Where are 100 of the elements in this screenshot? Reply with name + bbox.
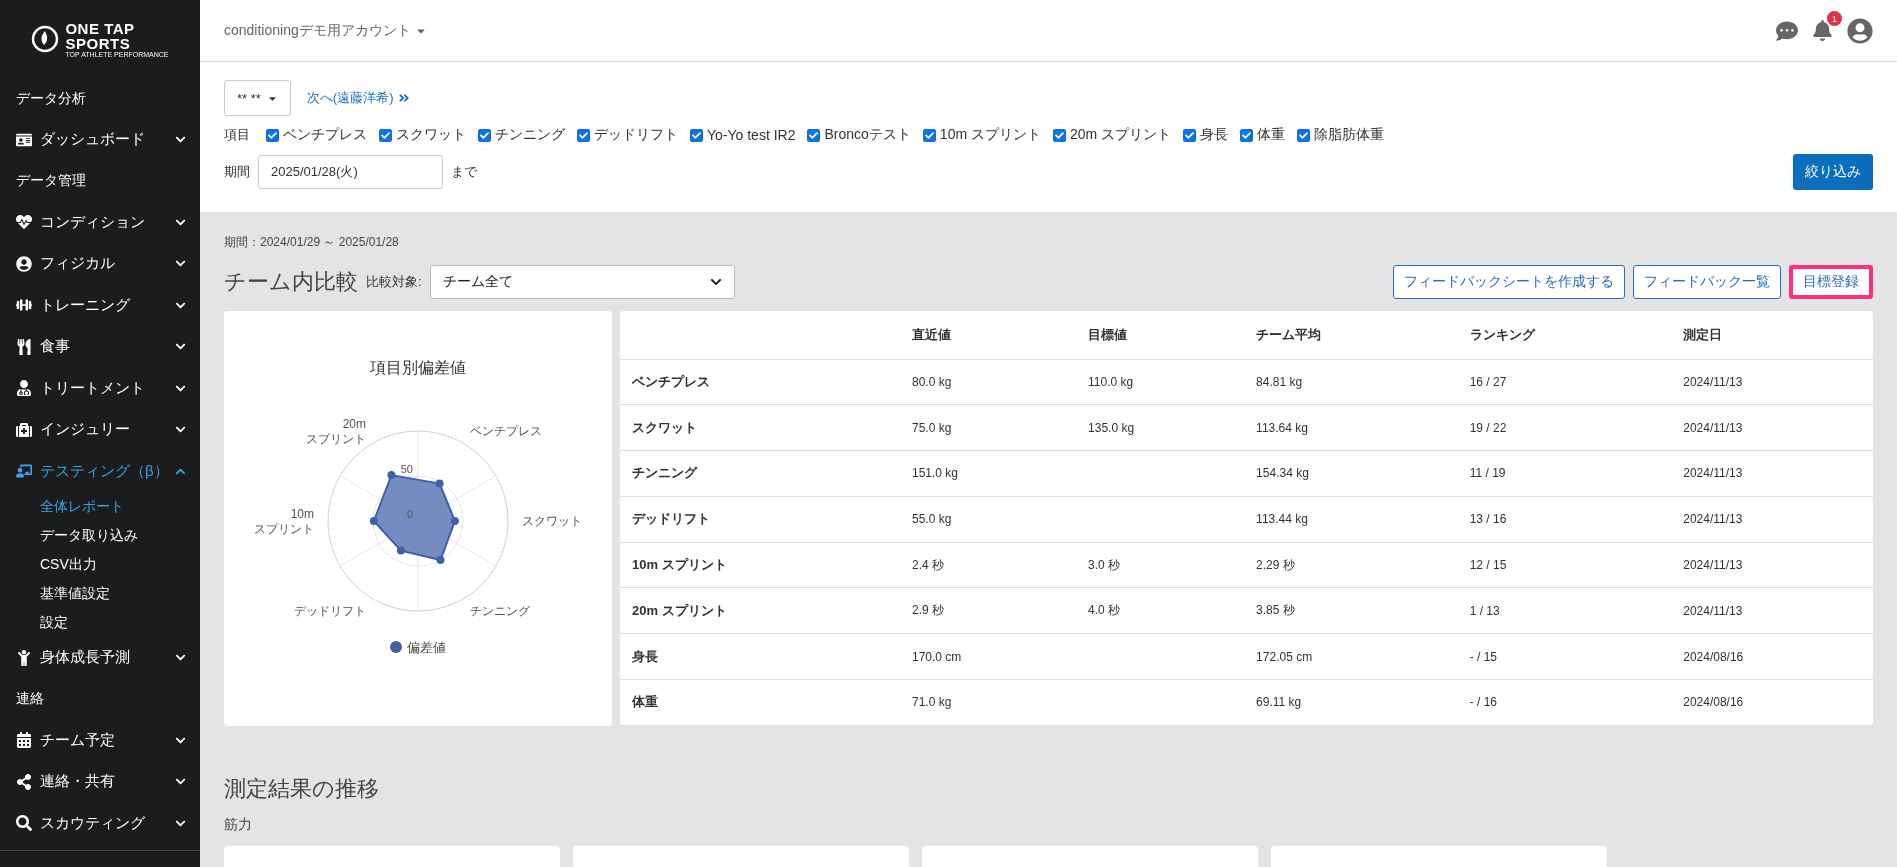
table-cell: 154.34 kg xyxy=(1244,450,1458,497)
checkbox-item[interactable]: Broncoテスト xyxy=(807,126,911,144)
sidebar-item[interactable]: テスティング（β） xyxy=(0,450,200,492)
table-cell: 113.64 kg xyxy=(1244,404,1458,451)
table-cell: 170.0 cm xyxy=(900,633,1077,680)
checkbox[interactable] xyxy=(577,128,590,142)
checkbox[interactable] xyxy=(922,128,936,142)
medkit-icon xyxy=(16,421,32,438)
checkbox-item[interactable]: デッドリフト xyxy=(577,126,678,144)
outline-button[interactable]: フィードバックシートを作成する xyxy=(1393,265,1625,299)
table-cell: 4.0 秒 xyxy=(1076,588,1245,634)
checkbox-item[interactable]: スクワット xyxy=(379,126,466,144)
table-cell: 2024/11/13 xyxy=(1671,450,1873,497)
period-label: 期間 xyxy=(224,163,250,181)
table-cell: 55.0 kg xyxy=(900,496,1077,543)
checkbox[interactable] xyxy=(1052,128,1066,142)
checkbox[interactable] xyxy=(690,128,703,142)
doctor-icon xyxy=(16,380,32,397)
utensils-icon xyxy=(16,338,32,355)
sidebar-subitem[interactable]: 設定 xyxy=(0,608,200,637)
child-icon xyxy=(16,649,32,666)
axis-label: スクワット xyxy=(522,514,582,528)
checkbox[interactable] xyxy=(379,128,392,142)
checkbox[interactable] xyxy=(478,128,491,142)
chat-icon[interactable] xyxy=(1776,19,1798,42)
account-dropdown[interactable]: conditioningデモ用アカウント xyxy=(224,21,1776,40)
checkbox[interactable] xyxy=(807,128,821,142)
bell-icon[interactable] xyxy=(1812,20,1833,41)
next-link[interactable]: 次へ(遠藤洋希) xyxy=(306,89,410,107)
table-cell: 172.05 cm xyxy=(1244,633,1458,680)
athlete-select[interactable]: ** ** xyxy=(224,80,291,116)
checkbox-item[interactable]: ベンチプレス xyxy=(266,126,367,144)
table-cell: 2.29 秒 xyxy=(1244,542,1458,588)
checkbox-item[interactable]: 体重 xyxy=(1240,126,1286,144)
axis-label: 20m スプリント xyxy=(306,416,366,446)
checkbox-item[interactable]: 除脂肪体重 xyxy=(1297,126,1385,144)
row-header: 10m スプリント xyxy=(620,542,900,588)
table-cell: 13 / 16 xyxy=(1457,496,1672,543)
column-header: チーム平均 xyxy=(1244,311,1458,359)
sidebar-subitem[interactable]: データ取り込み xyxy=(0,521,200,550)
sidebar-item[interactable]: ダッシュボード xyxy=(0,119,200,161)
table-cell: 2024/11/13 xyxy=(1671,359,1873,405)
row-header: 体重 xyxy=(620,679,900,726)
user-avatar-icon[interactable] xyxy=(1847,17,1873,44)
sidebar-item[interactable]: フィジカル xyxy=(0,243,200,285)
table-cell: 135.0 kg xyxy=(1076,404,1245,451)
id-card-icon xyxy=(16,131,32,148)
items-label: 項目 xyxy=(224,126,250,144)
tick-label: 0 xyxy=(406,508,413,520)
share-icon xyxy=(16,773,32,790)
sidebar-item[interactable]: 連絡・共有 xyxy=(0,761,200,803)
data-point xyxy=(396,546,405,555)
sidebar-item[interactable]: トリートメント xyxy=(0,367,200,409)
axis-label: デッドリフト xyxy=(294,604,366,619)
table-cell: 1 / 13 xyxy=(1457,588,1672,634)
chevron-down-icon xyxy=(709,276,722,288)
table-cell: 113.44 kg xyxy=(1244,496,1458,543)
sidebar-item[interactable]: スカウティング xyxy=(0,802,200,844)
data-point xyxy=(435,479,444,488)
checkbox-item[interactable]: Yo-Yo test IR2 xyxy=(690,127,796,143)
checkbox-item[interactable]: 身長 xyxy=(1183,126,1229,144)
outline-button[interactable]: フィードバック一覧 xyxy=(1633,265,1781,299)
checkbox-label: チンニング xyxy=(495,126,565,144)
logo-text: ONE TAP xyxy=(65,20,136,36)
sidebar-item[interactable]: 身体成長予測 xyxy=(0,637,200,679)
checkbox[interactable] xyxy=(1183,128,1197,142)
data-point xyxy=(450,517,459,525)
sidebar-item[interactable]: チーム予定 xyxy=(0,719,200,761)
table-cell: 3.85 秒 xyxy=(1244,588,1458,634)
sidebar-item[interactable]: インジュリー xyxy=(0,409,200,451)
table-cell: 3.0 秒 xyxy=(1076,542,1245,588)
sidebar-item[interactable]: コンディション xyxy=(0,201,200,243)
outline-button[interactable]: 目標登録 xyxy=(1789,265,1873,299)
table-cell: 2024/11/13 xyxy=(1671,542,1873,588)
compare-select[interactable]: チーム全て xyxy=(429,265,735,299)
row-header: 身長 xyxy=(620,633,900,680)
checkbox-label: ベンチプレス xyxy=(283,126,367,144)
sidebar-subitem[interactable]: 基準値設定 xyxy=(0,579,200,608)
table-cell: 16 / 27 xyxy=(1457,359,1672,405)
legend-dot xyxy=(390,641,402,653)
checkbox-label: デッドリフト xyxy=(594,126,678,144)
checkbox-label: 除脂肪体重 xyxy=(1314,126,1385,144)
table-cell: 80.0 kg xyxy=(900,359,1077,405)
table-cell: 84.81 kg xyxy=(1244,359,1458,405)
sidebar-item[interactable]: トレーニング xyxy=(0,284,200,326)
checkbox[interactable] xyxy=(1240,128,1254,142)
sidebar-item[interactable]: 食事 xyxy=(0,326,200,368)
table-cell: 71.0 kg xyxy=(900,679,1077,726)
notification-badge: 1 xyxy=(1827,11,1842,26)
column-header: 目標値 xyxy=(1076,311,1245,359)
checkbox[interactable] xyxy=(1297,128,1311,142)
heartbeat-icon xyxy=(16,214,32,231)
checkbox[interactable] xyxy=(266,128,279,142)
filter-button[interactable]: 絞り込み xyxy=(1793,154,1873,190)
checkbox-item[interactable]: チンニング xyxy=(478,126,565,144)
table-cell: 2024/08/16 xyxy=(1671,679,1873,726)
sidebar-subitem[interactable]: CSV出力 xyxy=(0,550,200,579)
checkbox-label: Yo-Yo test IR2 xyxy=(707,127,796,143)
date-field[interactable]: 2025/01/28(火) xyxy=(258,155,443,189)
sidebar-subitem[interactable]: 全体レポート xyxy=(0,492,200,521)
